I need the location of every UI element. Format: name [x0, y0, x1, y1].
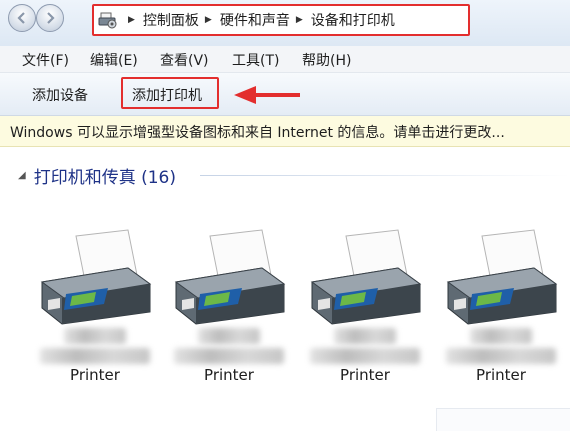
add-printer-button[interactable]: 添加打印机 — [132, 85, 202, 105]
menu-edit[interactable]: 编辑(E) — [90, 50, 138, 70]
breadcrumb-control-panel[interactable]: 控制面板 — [143, 10, 199, 30]
printer-icon — [40, 229, 152, 325]
menu-help[interactable]: 帮助(H) — [302, 50, 351, 70]
menu-tools[interactable]: 工具(T) — [232, 50, 279, 70]
blurred-name — [64, 328, 126, 344]
address-bar[interactable]: ▶ 控制面板 ▶ 硬件和声音 ▶ 设备和打印机 — [92, 4, 470, 36]
printer-item[interactable]: Printer — [300, 228, 430, 398]
address-area: ▶ 控制面板 ▶ 硬件和声音 ▶ 设备和打印机 — [0, 0, 570, 46]
menu-file[interactable]: 文件(F) — [22, 50, 69, 70]
printer-item[interactable]: Printer — [436, 228, 566, 398]
breadcrumb-separator-icon[interactable]: ▶ — [296, 15, 303, 25]
printer-label: Printer — [204, 366, 254, 384]
blurred-name — [198, 328, 260, 344]
back-button[interactable] — [8, 4, 36, 32]
blurred-name — [470, 328, 532, 344]
breadcrumb-hardware-sound[interactable]: 硬件和声音 — [220, 10, 290, 30]
printer-icon — [174, 229, 286, 325]
blurred-name — [446, 348, 556, 364]
status-area — [436, 408, 570, 431]
menu-bar: 文件(F) 编辑(E) 查看(V) 工具(T) 帮助(H) — [0, 46, 570, 73]
group-divider — [200, 175, 570, 176]
arrow-right-icon — [47, 12, 55, 24]
add-device-button[interactable]: 添加设备 — [32, 85, 88, 105]
blurred-name — [310, 348, 420, 364]
printer-item[interactable]: Printer — [164, 228, 294, 398]
blurred-name — [174, 348, 284, 364]
printer-label: Printer — [70, 366, 120, 384]
collapse-triangle-icon[interactable]: ◢ — [18, 170, 26, 181]
forward-button[interactable] — [36, 4, 64, 32]
breadcrumb-separator-icon[interactable]: ▶ — [205, 15, 212, 25]
blurred-name — [334, 328, 396, 344]
devices-printers-icon — [98, 10, 118, 30]
arrow-left-icon — [17, 12, 25, 24]
printer-label: Printer — [476, 366, 526, 384]
blurred-name — [40, 348, 150, 364]
breadcrumb-devices-printers[interactable]: 设备和打印机 — [311, 10, 395, 30]
printer-label: Printer — [340, 366, 390, 384]
info-bar-text[interactable]: Windows 可以显示增强型设备图标和来自 Internet 的信息。请单击进… — [10, 122, 505, 142]
printer-icon — [310, 229, 422, 325]
info-bar[interactable]: Windows 可以显示增强型设备图标和来自 Internet 的信息。请单击进… — [0, 116, 570, 147]
printer-item[interactable]: Printer — [30, 228, 160, 398]
group-title: 打印机和传真 (16) — [33, 168, 177, 188]
group-header[interactable]: ◢ 打印机和传真 (16) — [18, 163, 176, 188]
menu-view[interactable]: 查看(V) — [160, 50, 209, 70]
red-arrow-icon — [234, 86, 300, 104]
breadcrumb-separator-icon[interactable]: ▶ — [128, 15, 135, 25]
printer-icon — [446, 229, 558, 325]
